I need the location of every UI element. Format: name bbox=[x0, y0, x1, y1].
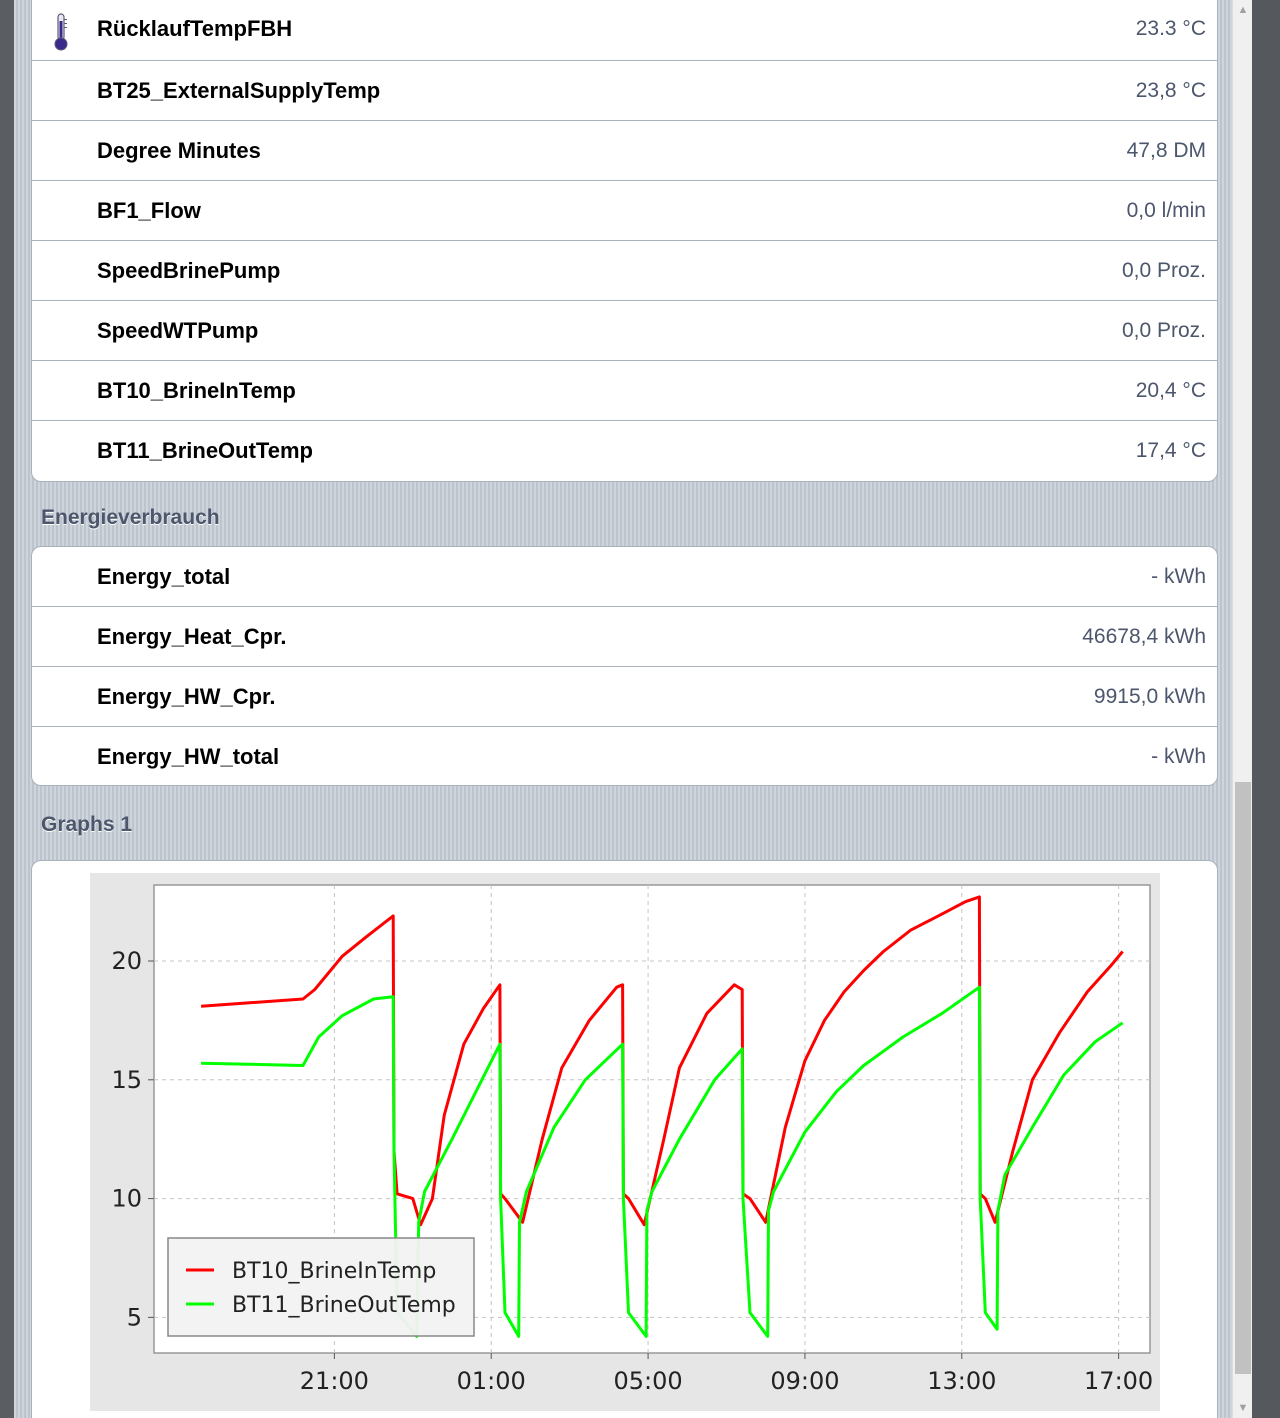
graphs-section-title: Graphs 1 bbox=[41, 813, 133, 836]
reading-row[interactable]: RücklaufTempFBH 23.3 °C bbox=[32, 0, 1217, 61]
window-edge bbox=[1252, 0, 1280, 1418]
x-tick-label: 21:00 bbox=[300, 1367, 369, 1395]
reading-row[interactable]: BT10_BrineInTemp 20,4 °C bbox=[32, 361, 1217, 421]
reading-value: 47,8 DM bbox=[1126, 139, 1206, 162]
y-tick-label: 10 bbox=[111, 1185, 142, 1213]
reading-row[interactable]: BT11_BrineOutTemp 17,4 °C bbox=[32, 421, 1217, 480]
energy-value: 9915,0 kWh bbox=[1093, 685, 1206, 708]
reading-value: 23,8 °C bbox=[1135, 79, 1206, 102]
vertical-scrollbar[interactable]: ▲ ▼ bbox=[1232, 0, 1253, 1418]
x-tick-label: 01:00 bbox=[457, 1367, 526, 1395]
x-tick-label: 13:00 bbox=[927, 1367, 996, 1395]
y-tick-label: 5 bbox=[127, 1303, 142, 1331]
scrollbar-thumb[interactable] bbox=[1235, 782, 1251, 1374]
app-panel: RücklaufTempFBH 23.3 °C BT25_ExternalSup… bbox=[14, 0, 1232, 1418]
reading-row[interactable]: SpeedBrinePump 0,0 Proz. bbox=[32, 241, 1217, 301]
energy-value: 46678,4 kWh bbox=[1082, 625, 1206, 648]
energy-row[interactable]: Energy_Heat_Cpr. 46678,4 kWh bbox=[32, 607, 1217, 667]
reading-label: Degree Minutes bbox=[97, 138, 261, 163]
y-tick-label: 15 bbox=[111, 1066, 142, 1094]
reading-row[interactable]: BF1_Flow 0,0 l/min bbox=[32, 181, 1217, 241]
reading-row[interactable]: BT25_ExternalSupplyTemp 23,8 °C bbox=[32, 61, 1217, 121]
y-tick-label: 20 bbox=[111, 947, 142, 975]
energy-section-title: Energieverbrauch bbox=[41, 506, 220, 529]
reading-label: BT25_ExternalSupplyTemp bbox=[97, 78, 381, 103]
reading-value: 17,4 °C bbox=[1135, 439, 1206, 462]
energy-label: Energy_Heat_Cpr. bbox=[97, 624, 287, 649]
readings-card: RücklaufTempFBH 23.3 °C BT25_ExternalSup… bbox=[31, 0, 1218, 482]
graph-card: 5 10 15 20 21:00 01:00 05:00 09:00 13:00 17:00 BT1… bbox=[31, 860, 1218, 1418]
energy-value: - kWh bbox=[1151, 745, 1206, 768]
reading-value: 0,0 Proz. bbox=[1121, 319, 1206, 342]
x-tick-label: 09:00 bbox=[770, 1367, 839, 1395]
reading-value: 0,0 Proz. bbox=[1121, 259, 1206, 282]
reading-row[interactable]: SpeedWTPump 0,0 Proz. bbox=[32, 301, 1217, 361]
x-tick-label: 17:00 bbox=[1084, 1367, 1153, 1395]
reading-label: BT10_BrineInTemp bbox=[97, 378, 296, 403]
reading-label: RücklaufTempFBH bbox=[97, 16, 293, 41]
reading-value: 20,4 °C bbox=[1135, 379, 1206, 402]
reading-label: BF1_Flow bbox=[97, 198, 201, 223]
thermometer-icon bbox=[52, 13, 70, 51]
legend-label: BT10_BrineInTemp bbox=[232, 1259, 436, 1284]
reading-label: SpeedBrinePump bbox=[97, 258, 281, 283]
energy-label: Energy_HW_total bbox=[97, 744, 280, 769]
energy-card: Energy_total - kWh Energy_Heat_Cpr. 4667… bbox=[31, 546, 1218, 786]
energy-row[interactable]: Energy_HW_Cpr. 9915,0 kWh bbox=[32, 667, 1217, 727]
reading-row[interactable]: Degree Minutes 47,8 DM bbox=[32, 121, 1217, 181]
scroll-up-icon[interactable]: ▲ bbox=[1233, 0, 1253, 20]
reading-value: 23.3 °C bbox=[1135, 17, 1206, 40]
scroll-down-icon[interactable]: ▼ bbox=[1233, 1398, 1253, 1418]
x-tick-label: 05:00 bbox=[613, 1367, 682, 1395]
reading-label: BT11_BrineOutTemp bbox=[97, 438, 313, 463]
legend-label: BT11_BrineOutTemp bbox=[232, 1293, 456, 1318]
reading-label: SpeedWTPump bbox=[97, 318, 259, 343]
energy-row[interactable]: Energy_total - kWh bbox=[32, 547, 1217, 607]
energy-label: Energy_total bbox=[97, 564, 231, 589]
energy-label: Energy_HW_Cpr. bbox=[97, 684, 276, 709]
energy-value: - kWh bbox=[1151, 565, 1206, 588]
energy-row[interactable]: Energy_HW_total - kWh bbox=[32, 727, 1217, 785]
reading-value: 0,0 l/min bbox=[1126, 199, 1206, 222]
legend-box bbox=[167, 1237, 475, 1337]
temperature-chart: 5 10 15 20 21:00 01:00 05:00 09:00 13:00 17:00 BT1… bbox=[90, 873, 1160, 1411]
